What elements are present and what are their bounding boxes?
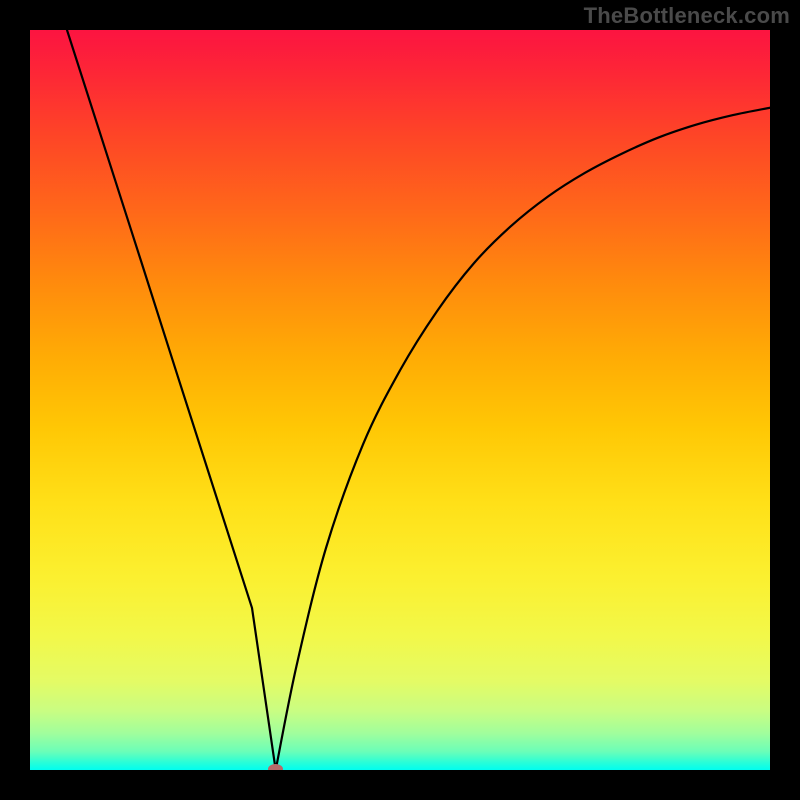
- plot-area: [30, 30, 770, 770]
- curve-path: [67, 30, 770, 770]
- bottleneck-curve: [30, 30, 770, 770]
- chart-frame: TheBottleneck.com: [0, 0, 800, 800]
- watermark-text: TheBottleneck.com: [584, 3, 790, 29]
